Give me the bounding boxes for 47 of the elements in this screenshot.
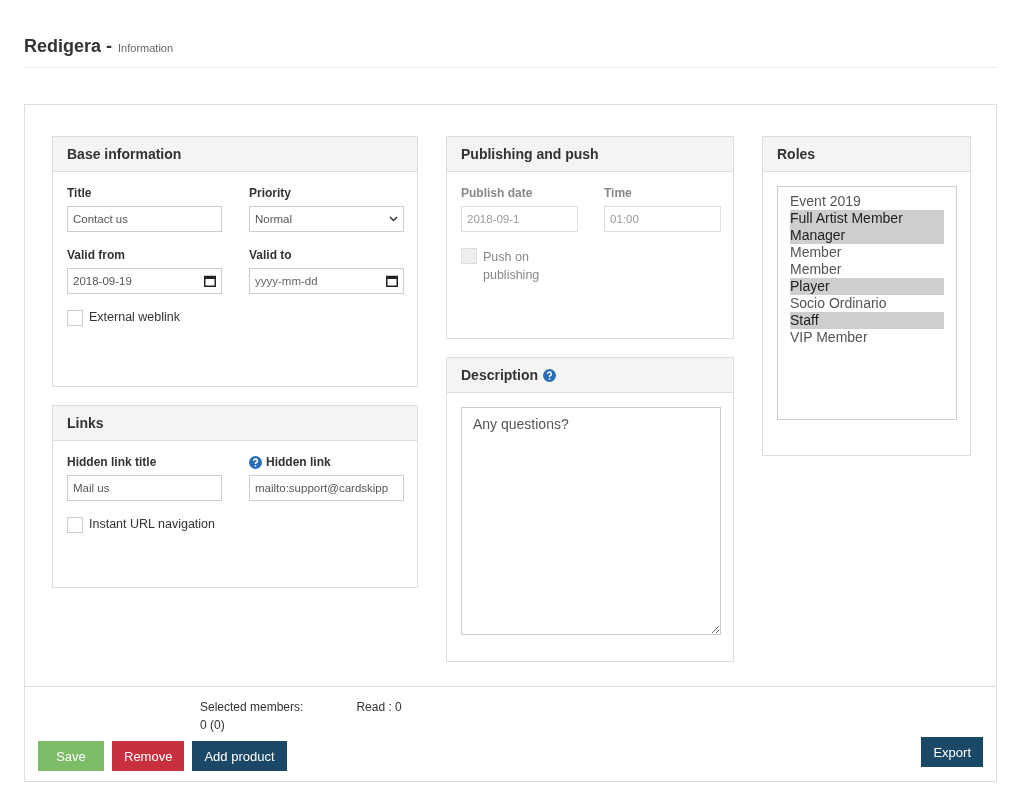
action-button[interactable]: Add product (192, 741, 287, 771)
role-option[interactable]: Socio Ordinario (790, 295, 944, 312)
roles-listbox[interactable]: Event 2019 Full Artist Member Manager Member Member Player Socio Ordinario Staff VIP Member (777, 186, 957, 420)
priority-dropdown[interactable]: Normal (249, 206, 404, 232)
page-title: Redigera - (24, 36, 113, 57)
panel-title: Description (461, 367, 538, 383)
export-button[interactable]: Export (921, 737, 983, 767)
role-option[interactable]: Event 2019 (790, 193, 944, 210)
field-label: Time (604, 186, 632, 200)
field-label: Priority (249, 186, 291, 200)
page-subtitle: Information (118, 42, 174, 54)
field-label: Title (67, 186, 92, 200)
read-count: Read : 0 (356, 699, 402, 716)
panel-title: Links (67, 415, 104, 431)
input-field[interactable]: Mail us (67, 475, 222, 501)
field-label: Hidden link (266, 455, 331, 469)
role-option[interactable]: VIP Member (790, 329, 944, 346)
role-option[interactable]: Member (790, 261, 944, 278)
checkbox[interactable] (67, 517, 83, 533)
role-option[interactable]: Member (790, 244, 944, 261)
help-icon[interactable] (543, 368, 556, 382)
role-option[interactable]: Full Artist Member Manager (790, 210, 944, 244)
date-field[interactable]: yyyy-mm-dd (249, 268, 404, 294)
role-option[interactable]: Player (790, 278, 944, 295)
field-label: Publish date (461, 186, 533, 200)
calendar-icon[interactable] (386, 275, 398, 287)
action-button[interactable]: Remove (112, 741, 185, 771)
field-label: Hidden link title (67, 455, 157, 469)
selected-members-label: Selected members: (200, 699, 304, 716)
field-label: Valid to (249, 248, 292, 262)
selected-members-value: 0 (0) (200, 717, 226, 734)
field-label: Valid from (67, 248, 125, 262)
panel-title: Roles (777, 146, 816, 162)
role-option[interactable]: Staff (790, 312, 944, 329)
checkbox-label: External weblink (89, 310, 180, 324)
checkbox-label: Instant URL navigation (89, 517, 215, 531)
date-field[interactable]: 2018-09-19 (67, 268, 222, 294)
input-field[interactable]: Contact us (67, 206, 222, 232)
checkbox-label: Push on publishing (483, 249, 541, 284)
calendar-icon[interactable] (204, 275, 216, 287)
input-field[interactable]: mailto:support@cardskipp (249, 475, 404, 501)
description-textarea[interactable]: Any questions? (461, 407, 721, 635)
checkbox[interactable] (67, 310, 83, 326)
panel-title: Base information (67, 146, 182, 162)
help-icon[interactable] (249, 455, 262, 469)
chevron-down-icon (389, 216, 398, 222)
panel-title: Publishing and push (461, 146, 599, 162)
